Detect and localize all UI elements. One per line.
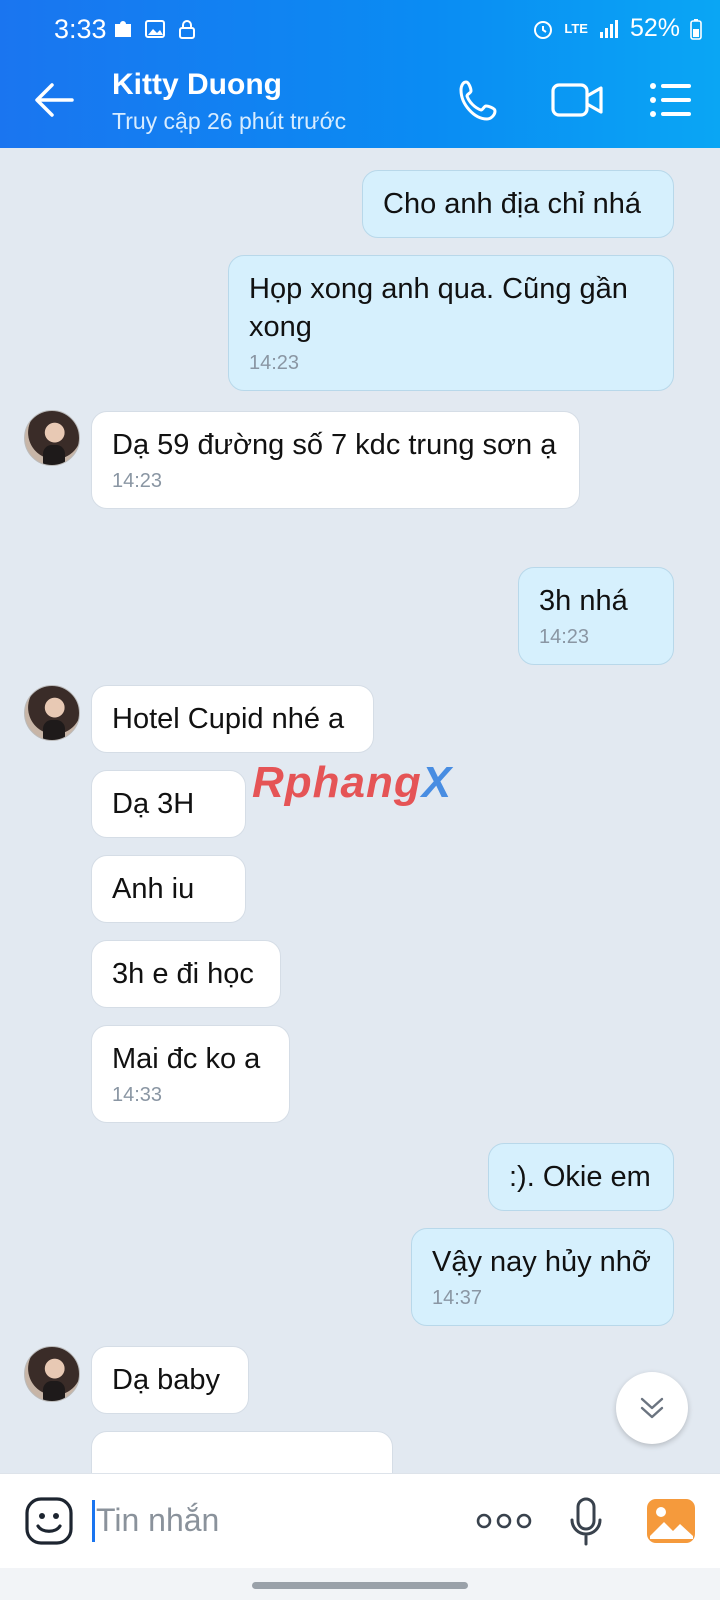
message-bubble-incoming[interactable]: Dạ baby xyxy=(91,1346,249,1414)
contact-avatar[interactable] xyxy=(24,410,80,466)
signal-icon xyxy=(599,19,618,38)
message-text: Mai đc ko a xyxy=(112,1043,261,1075)
message-text: Cho anh địa chỉ nhá xyxy=(383,188,641,220)
message-text: 3h e đi học xyxy=(112,958,254,990)
message-bubble-partial[interactable] xyxy=(91,1431,393,1473)
more-dots-icon[interactable] xyxy=(476,1512,532,1530)
top-bar: 3:33 LTE 52% Kitty Duong Truy cập 26 phú… xyxy=(0,0,720,148)
message-time: 14:37 xyxy=(432,1287,483,1309)
video-camera-icon[interactable] xyxy=(550,78,606,122)
home-gesture-bar[interactable] xyxy=(252,1582,468,1589)
microphone-icon[interactable] xyxy=(568,1496,604,1548)
message-bubble-outgoing[interactable]: :). Okie em xyxy=(488,1143,674,1211)
message-text: Dạ baby xyxy=(112,1364,221,1396)
message-time: 14:23 xyxy=(539,626,590,648)
contact-name[interactable]: Kitty Duong xyxy=(112,68,282,102)
message-text: Dạ 3H xyxy=(112,788,195,820)
message-time: 14:23 xyxy=(112,470,163,492)
message-bubble-outgoing[interactable]: Họp xong anh qua. Cũng gần xong 14:23 xyxy=(228,255,674,391)
list-menu-icon[interactable] xyxy=(648,78,694,122)
message-bubble-incoming[interactable]: Hotel Cupid nhé a xyxy=(91,685,374,753)
double-chevron-down-icon xyxy=(640,1397,664,1419)
contact-avatar[interactable] xyxy=(24,685,80,741)
message-time: 14:23 xyxy=(249,352,300,374)
status-time: 3:33 xyxy=(54,14,107,44)
message-list[interactable]: Cho anh địa chỉ nhá Họp xong anh qua. Cũ… xyxy=(0,148,720,1473)
message-bubble-outgoing[interactable]: 3h nhá 14:23 xyxy=(518,567,674,665)
network-type: LTE xyxy=(564,20,588,36)
message-bubble-incoming[interactable]: Dạ 59 đường số 7 kdc trung sơn ạ 14:23 xyxy=(91,411,580,509)
message-text: Vậy nay hủy nhỡ xyxy=(432,1246,651,1278)
image-icon xyxy=(145,20,165,38)
chat-header: Kitty Duong Truy cập 26 phút trước xyxy=(0,52,720,148)
notification-icons xyxy=(112,18,198,40)
battery-icon xyxy=(690,18,702,40)
message-time: 14:33 xyxy=(112,1084,163,1106)
message-bubble-incoming[interactable]: 3h e đi học xyxy=(91,940,281,1008)
message-text: Họp xong anh qua. Cũng gần xong xyxy=(249,273,628,343)
battery-percent: 52% xyxy=(629,14,680,42)
lock-icon xyxy=(179,20,195,39)
sticker-face-icon[interactable] xyxy=(24,1496,74,1546)
message-bubble-incoming[interactable]: Dạ 3H xyxy=(91,770,246,838)
message-text: Dạ 59 đường số 7 kdc trung sơn ạ xyxy=(112,429,557,461)
alarm-icon xyxy=(534,20,553,39)
system-nav-bar xyxy=(0,1568,720,1600)
message-bubble-incoming[interactable]: Mai đc ko a 14:33 xyxy=(91,1025,290,1123)
watermark-logo: RphangX xyxy=(252,758,453,807)
status-bar: 3:33 LTE 52% xyxy=(0,0,720,52)
back-arrow-icon[interactable] xyxy=(32,80,76,120)
message-text: :). Okie em xyxy=(509,1161,651,1193)
phone-icon[interactable] xyxy=(456,78,504,122)
image-gallery-icon[interactable] xyxy=(646,1498,696,1544)
message-bubble-outgoing[interactable]: Cho anh địa chỉ nhá xyxy=(362,170,674,238)
message-bubble-incoming[interactable]: Anh iu xyxy=(91,855,246,923)
last-seen-status: Truy cập 26 phút trước xyxy=(112,108,347,134)
message-text: Hotel Cupid nhé a xyxy=(112,703,345,735)
scroll-to-bottom-button[interactable] xyxy=(616,1372,688,1444)
system-icons: LTE 52% xyxy=(532,14,702,43)
message-text: Anh iu xyxy=(112,873,195,905)
puzzle-icon xyxy=(115,21,131,37)
message-bubble-outgoing[interactable]: Vậy nay hủy nhỡ 14:37 xyxy=(411,1228,674,1326)
text-cursor xyxy=(92,1500,95,1542)
contact-avatar[interactable] xyxy=(24,1346,80,1402)
message-text: 3h nhá xyxy=(539,585,628,617)
message-composer: Tin nhắn xyxy=(0,1473,720,1568)
message-input[interactable]: Tin nhắn xyxy=(96,1502,219,1539)
